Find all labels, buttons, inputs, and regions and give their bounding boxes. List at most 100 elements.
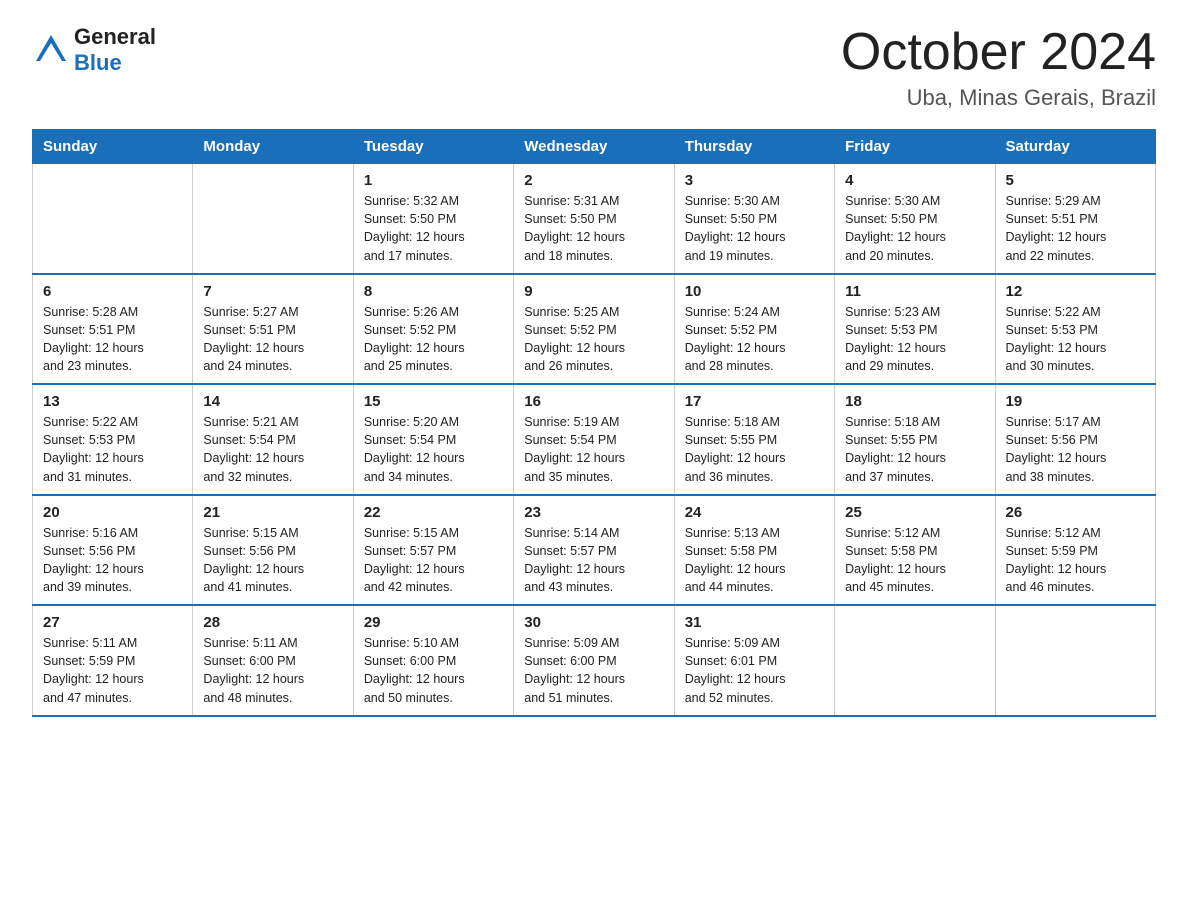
day-info: Sunrise: 5:09 AMSunset: 6:01 PMDaylight:… (685, 634, 824, 707)
day-number: 30 (524, 614, 663, 631)
calendar-week-row: 20Sunrise: 5:16 AMSunset: 5:56 PMDayligh… (33, 495, 1156, 606)
day-info: Sunrise: 5:12 AMSunset: 5:59 PMDaylight:… (1006, 524, 1145, 597)
table-row: 30Sunrise: 5:09 AMSunset: 6:00 PMDayligh… (514, 605, 674, 716)
day-number: 21 (203, 504, 342, 521)
table-row: 26 Sunrise: 5:12 AMSunset: 5:59 PMDayligh… (995, 495, 1155, 606)
table-row (193, 164, 353, 274)
day-info: Sunrise: 5:21 AMSunset: 5:54 PMDaylight:… (203, 413, 342, 486)
day-number: 17 (685, 393, 824, 410)
col-saturday: Saturday (995, 130, 1155, 164)
table-row: 11 Sunrise: 5:23 AMSunset: 5:53 PMDayligh… (835, 274, 995, 385)
month-title: October 2024 (841, 24, 1156, 81)
table-row: 18 Sunrise: 5:18 AMSunset: 5:55 PMDayligh… (835, 384, 995, 495)
day-number: 3 (685, 172, 824, 189)
table-row: 13 Sunrise: 5:22 AMSunset: 5:53 PMDayligh… (33, 384, 193, 495)
day-number: 20 (43, 504, 182, 521)
day-number: 26 (1006, 504, 1145, 521)
day-info: Sunrise: 5:15 AMSunset: 5:57 PMDaylight:… (364, 524, 503, 597)
day-number: 5 (1006, 172, 1145, 189)
table-row: 27Sunrise: 5:11 AMSunset: 5:59 PMDayligh… (33, 605, 193, 716)
table-row (835, 605, 995, 716)
day-info: Sunrise: 5:28 AMSunset: 5:51 PMDaylight:… (43, 303, 182, 376)
day-info: Sunrise: 5:25 AMSunset: 5:52 PMDaylight:… (524, 303, 663, 376)
day-info: Sunrise: 5:12 AMSunset: 5:58 PMDaylight:… (845, 524, 984, 597)
day-info: Sunrise: 5:18 AMSunset: 5:55 PMDaylight:… (685, 413, 824, 486)
day-info: Sunrise: 5:32 AMSunset: 5:50 PMDaylight:… (364, 192, 503, 265)
table-row: 24 Sunrise: 5:13 AMSunset: 5:58 PMDayligh… (674, 495, 834, 606)
day-number: 13 (43, 393, 182, 410)
title-block: October 2024 Uba, Minas Gerais, Brazil (841, 24, 1156, 111)
table-row: 29 Sunrise: 5:10 AMSunset: 6:00 PMDayligh… (353, 605, 513, 716)
calendar-week-row: 1Sunrise: 5:32 AMSunset: 5:50 PMDaylight… (33, 164, 1156, 274)
table-row: 10Sunrise: 5:24 AMSunset: 5:52 PMDayligh… (674, 274, 834, 385)
day-info: Sunrise: 5:10 AMSunset: 6:00 PMDaylight:… (364, 634, 503, 707)
day-number: 29 (364, 614, 503, 631)
day-info: Sunrise: 5:17 AMSunset: 5:56 PMDaylight:… (1006, 413, 1145, 486)
day-number: 31 (685, 614, 824, 631)
table-row: 1Sunrise: 5:32 AMSunset: 5:50 PMDaylight… (353, 164, 513, 274)
day-info: Sunrise: 5:18 AMSunset: 5:55 PMDaylight:… (845, 413, 984, 486)
day-info: Sunrise: 5:27 AMSunset: 5:51 PMDaylight:… (203, 303, 342, 376)
page-header: General Blue October 2024 Uba, Minas Ger… (32, 24, 1156, 111)
day-number: 22 (364, 504, 503, 521)
col-friday: Friday (835, 130, 995, 164)
day-info: Sunrise: 5:23 AMSunset: 5:53 PMDaylight:… (845, 303, 984, 376)
table-row: 4 Sunrise: 5:30 AMSunset: 5:50 PMDaylight… (835, 164, 995, 274)
day-number: 14 (203, 393, 342, 410)
location-title: Uba, Minas Gerais, Brazil (841, 85, 1156, 111)
calendar-week-row: 6 Sunrise: 5:28 AMSunset: 5:51 PMDaylight… (33, 274, 1156, 385)
table-row: 28 Sunrise: 5:11 AMSunset: 6:00 PMDayligh… (193, 605, 353, 716)
day-number: 11 (845, 283, 984, 300)
day-number: 9 (524, 283, 663, 300)
day-info: Sunrise: 5:31 AMSunset: 5:50 PMDaylight:… (524, 192, 663, 265)
day-info: Sunrise: 5:22 AMSunset: 5:53 PMDaylight:… (1006, 303, 1145, 376)
table-row: 16 Sunrise: 5:19 AMSunset: 5:54 PMDayligh… (514, 384, 674, 495)
day-info: Sunrise: 5:22 AMSunset: 5:53 PMDaylight:… (43, 413, 182, 486)
logo-general-text: General (74, 24, 156, 50)
col-wednesday: Wednesday (514, 130, 674, 164)
table-row: 2 Sunrise: 5:31 AMSunset: 5:50 PMDaylight… (514, 164, 674, 274)
day-info: Sunrise: 5:11 AMSunset: 6:00 PMDaylight:… (203, 634, 342, 707)
table-row: 31 Sunrise: 5:09 AMSunset: 6:01 PMDayligh… (674, 605, 834, 716)
table-row: 25 Sunrise: 5:12 AMSunset: 5:58 PMDayligh… (835, 495, 995, 606)
day-number: 27 (43, 614, 182, 631)
col-sunday: Sunday (33, 130, 193, 164)
day-number: 8 (364, 283, 503, 300)
table-row: 3Sunrise: 5:30 AMSunset: 5:50 PMDaylight… (674, 164, 834, 274)
day-info: Sunrise: 5:30 AMSunset: 5:50 PMDaylight:… (845, 192, 984, 265)
day-number: 12 (1006, 283, 1145, 300)
day-number: 6 (43, 283, 182, 300)
day-number: 19 (1006, 393, 1145, 410)
table-row (33, 164, 193, 274)
day-number: 16 (524, 393, 663, 410)
day-number: 24 (685, 504, 824, 521)
day-info: Sunrise: 5:20 AMSunset: 5:54 PMDaylight:… (364, 413, 503, 486)
table-row: 6 Sunrise: 5:28 AMSunset: 5:51 PMDaylight… (33, 274, 193, 385)
day-info: Sunrise: 5:29 AMSunset: 5:51 PMDaylight:… (1006, 192, 1145, 265)
day-number: 18 (845, 393, 984, 410)
table-row: 15Sunrise: 5:20 AMSunset: 5:54 PMDayligh… (353, 384, 513, 495)
day-number: 4 (845, 172, 984, 189)
day-info: Sunrise: 5:24 AMSunset: 5:52 PMDaylight:… (685, 303, 824, 376)
table-row: 12 Sunrise: 5:22 AMSunset: 5:53 PMDayligh… (995, 274, 1155, 385)
table-row: 23Sunrise: 5:14 AMSunset: 5:57 PMDayligh… (514, 495, 674, 606)
table-row: 17 Sunrise: 5:18 AMSunset: 5:55 PMDayligh… (674, 384, 834, 495)
calendar-header-row: Sunday Monday Tuesday Wednesday Thursday… (33, 130, 1156, 164)
day-number: 25 (845, 504, 984, 521)
day-number: 28 (203, 614, 342, 631)
logo-icon (32, 31, 70, 69)
table-row: 8 Sunrise: 5:26 AMSunset: 5:52 PMDaylight… (353, 274, 513, 385)
day-info: Sunrise: 5:15 AMSunset: 5:56 PMDaylight:… (203, 524, 342, 597)
day-number: 2 (524, 172, 663, 189)
logo: General Blue (32, 24, 156, 77)
table-row: 21 Sunrise: 5:15 AMSunset: 5:56 PMDayligh… (193, 495, 353, 606)
table-row: 22 Sunrise: 5:15 AMSunset: 5:57 PMDayligh… (353, 495, 513, 606)
day-info: Sunrise: 5:26 AMSunset: 5:52 PMDaylight:… (364, 303, 503, 376)
table-row: 14 Sunrise: 5:21 AMSunset: 5:54 PMDayligh… (193, 384, 353, 495)
table-row: 19 Sunrise: 5:17 AMSunset: 5:56 PMDayligh… (995, 384, 1155, 495)
day-info: Sunrise: 5:13 AMSunset: 5:58 PMDaylight:… (685, 524, 824, 597)
col-thursday: Thursday (674, 130, 834, 164)
day-info: Sunrise: 5:19 AMSunset: 5:54 PMDaylight:… (524, 413, 663, 486)
table-row (995, 605, 1155, 716)
table-row: 20Sunrise: 5:16 AMSunset: 5:56 PMDayligh… (33, 495, 193, 606)
